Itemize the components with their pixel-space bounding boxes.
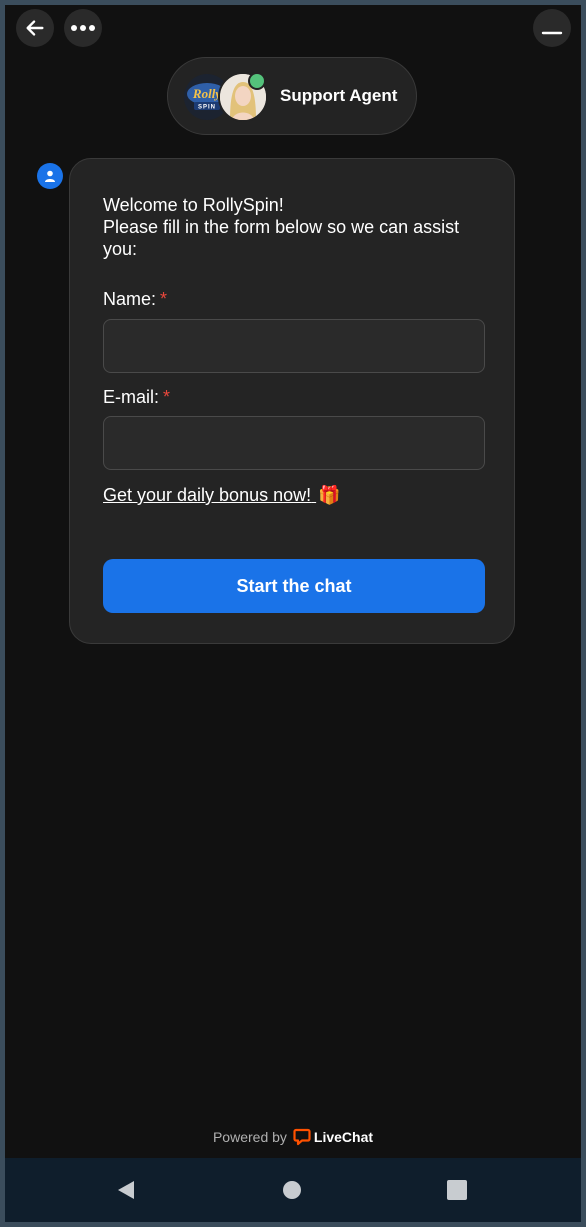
required-marker: * (160, 289, 168, 309)
more-horizontal-icon (71, 25, 95, 31)
livechat-brand-text: LiveChat (313, 1129, 374, 1145)
name-label-text: Name: (103, 289, 157, 309)
nav-recents-button[interactable] (445, 1178, 469, 1202)
start-chat-button[interactable]: Start the chat (103, 559, 485, 613)
online-status-dot (248, 72, 266, 90)
svg-text:SPIN: SPIN (198, 105, 216, 111)
circle-home-icon (283, 1181, 301, 1199)
powered-by-footer: Powered by LiveChat (5, 1128, 581, 1146)
powered-by-text: Powered by (212, 1129, 287, 1145)
livechat-logo-icon (293, 1128, 311, 1146)
more-options-button[interactable] (64, 9, 102, 47)
daily-bonus-link[interactable]: Get your daily bonus now! 🎁 (103, 485, 341, 506)
gift-icon: 🎁 (318, 485, 341, 505)
back-button[interactable] (16, 9, 54, 47)
nav-back-button[interactable] (114, 1178, 138, 1202)
email-label: E-mail: * (103, 387, 170, 408)
welcome-line-2: Please fill in the form below so we can … (103, 217, 460, 259)
user-icon (45, 170, 55, 182)
agent-header: Rolly SPIN Support Agent (167, 57, 417, 135)
welcome-message: Welcome to RollySpin! Please fill in the… (103, 194, 483, 260)
svg-text:Rolly: Rolly (192, 86, 221, 101)
agent-name: Support Agent (280, 86, 398, 105)
nav-home-button[interactable] (280, 1178, 304, 1202)
arrow-left-icon (26, 20, 44, 36)
square-recents-icon (447, 1180, 467, 1200)
livechat-brand[interactable]: LiveChat (293, 1128, 373, 1146)
email-input[interactable] (103, 416, 485, 470)
daily-bonus-link-text: Get your daily bonus now! (103, 485, 312, 505)
required-marker: * (163, 387, 171, 407)
user-avatar (37, 163, 63, 189)
email-label-text: E-mail: (103, 387, 160, 407)
triangle-back-icon (118, 1181, 134, 1199)
name-label: Name: * (103, 289, 167, 310)
android-navigation-bar (5, 1158, 581, 1222)
name-input[interactable] (103, 319, 485, 373)
prechat-form-card: Welcome to RollySpin! Please fill in the… (69, 158, 515, 644)
chat-window: Rolly SPIN Support Agent Welcome to Roll… (0, 0, 586, 1227)
minimize-icon (541, 31, 563, 35)
welcome-line-1: Welcome to RollySpin! (103, 195, 284, 215)
minimize-button[interactable] (533, 9, 571, 47)
